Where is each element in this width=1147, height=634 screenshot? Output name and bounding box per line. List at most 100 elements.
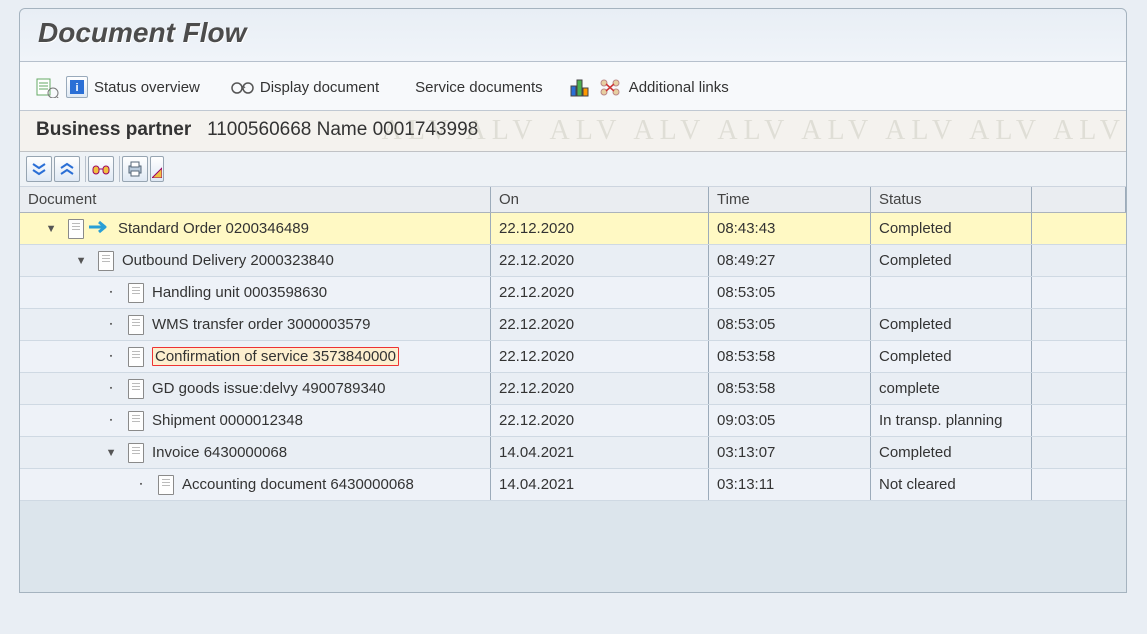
tail-cell [1032,405,1126,436]
doc-label: Confirmation of service 3573840000 [152,347,399,366]
document-icon [128,443,144,463]
tree-toggle[interactable]: ▼ [46,223,56,235]
tree-toggle[interactable]: ▼ [106,447,116,459]
doc-cell: ▼Outbound Delivery 2000323840 [20,245,491,276]
doc-cell: ▪ Confirmation of service 3573840000 [20,341,491,372]
status-cell: In transp. planning [871,405,1032,436]
tree-leaf-marker: ▪ [106,385,116,392]
tree-leaf-marker: ▪ [106,353,116,360]
document-icon [128,379,144,399]
on-cell: 22.12.2020 [491,309,709,340]
time-cell: 09:03:05 [709,405,871,436]
col-header-status[interactable]: Status [871,187,1032,212]
find-button[interactable] [88,156,114,182]
status-overview-icon [36,76,60,98]
time-cell: 08:53:58 [709,341,871,372]
table-row[interactable]: ▪ Accounting document 6430000068 14.04.202… [20,469,1126,501]
doc-cell: ▼ Standard Order 0200346489 [20,213,491,244]
arrow-right-icon [88,220,110,238]
table-row[interactable]: ▪GD goods issue:delvy 490078934022.12.20… [20,373,1126,405]
status-cell: Completed [871,341,1032,372]
time-cell: 08:53:05 [709,277,871,308]
grid-body: ▼Standard Order 020034648922.12.202008:4… [20,213,1126,501]
display-document-button[interactable]: Display document [230,76,379,98]
document-icon [128,347,144,367]
on-cell: 22.12.2020 [491,373,709,404]
document-icon [158,475,174,495]
time-cell: 08:49:27 [709,245,871,276]
col-header-on[interactable]: On [491,187,709,212]
business-partner-label: Business partner [36,119,191,140]
status-cell: Completed [871,245,1032,276]
doc-label: Handling unit 0003598630 [152,284,327,301]
alv-toolbar [20,152,1126,187]
table-row[interactable]: ▪Handling unit 000359863022.12.202008:53… [20,277,1126,309]
page-title: Document Flow [38,17,1108,49]
status-cell: complete [871,373,1032,404]
table-row[interactable]: ▪ WMS transfer order 3000003579 22.12.2020… [20,309,1126,341]
print-button[interactable] [122,156,148,182]
time-cell: 08:43:43 [709,213,871,244]
document-icon [68,219,84,239]
table-row[interactable]: ▼Standard Order 020034648922.12.202008:4… [20,213,1126,245]
service-documents-button[interactable]: Service documents [415,79,543,96]
chevron-up-double-icon [59,162,75,176]
table-row[interactable]: ▪Confirmation of service 357384000022.12… [20,341,1126,373]
document-flow-grid: Document On Time Status ▼ Standard Order … [20,187,1126,592]
on-cell: 22.12.2020 [491,405,709,436]
document-icon [128,283,144,303]
tree-leaf-marker: ▪ [136,481,146,488]
doc-label: Invoice 6430000068 [152,444,287,461]
table-row[interactable]: ▼Outbound Delivery 200032384022.12.20200… [20,245,1126,277]
expand-all-button[interactable] [54,156,80,182]
table-row[interactable]: ▼Invoice 643000006814.04.202103:13:07Com… [20,437,1126,469]
doc-cell: ▼ Invoice 6430000068 [20,437,491,468]
main-toolbar: i Status overview Display document Servi… [20,62,1126,111]
svg-text:i: i [75,82,78,94]
additional-links-button[interactable]: Additional links [597,76,729,98]
more-corner-icon [152,160,162,178]
business-partner-bar: ALV ALV ALV ALV ALV ALV ALV ALV ALV Busi… [20,111,1126,152]
on-cell: 14.04.2021 [491,437,709,468]
col-header-time[interactable]: Time [709,187,871,212]
info-icon: i [66,76,88,98]
doc-label: Shipment 0000012348 [152,412,303,429]
doc-cell: ▪GD goods issue:delvy 4900789340 [20,373,491,404]
links-icon [597,76,623,98]
tree-toggle[interactable]: ▼ [76,255,86,267]
tree-leaf-marker: ▪ [106,321,116,328]
tail-cell [1032,277,1126,308]
on-cell: 14.04.2021 [491,469,709,500]
tail-cell [1032,437,1126,468]
tail-cell [1032,213,1126,244]
col-header-tail [1032,187,1126,212]
toolbar-more-button[interactable] [150,156,164,182]
table-row[interactable]: ▪ Shipment 0000012348 22.12.202009:03:05In… [20,405,1126,437]
status-cell: Not cleared [871,469,1032,500]
app-frame: Document Flow i Status overview Display … [19,8,1127,593]
chart-button[interactable] [569,76,591,98]
tail-cell [1032,469,1126,500]
display-document-label: Display document [260,79,379,96]
doc-cell: ▪ Handling unit 0003598630 [20,277,491,308]
doc-label: Standard Order 0200346489 [118,220,309,237]
document-icon [128,315,144,335]
document-icon [98,251,114,271]
doc-cell: ▪ WMS transfer order 3000003579 [20,309,491,340]
status-overview-label: Status overview [94,79,200,96]
service-documents-label: Service documents [415,79,543,96]
on-cell: 22.12.2020 [491,245,709,276]
tail-cell [1032,341,1126,372]
tree-leaf-marker: ▪ [106,417,116,424]
collapse-all-button[interactable] [26,156,52,182]
tree-leaf-marker: ▪ [106,289,116,296]
doc-label: Accounting document 6430000068 [182,476,414,493]
time-cell: 08:53:05 [709,309,871,340]
col-header-document[interactable]: Document [20,187,491,212]
status-cell: Completed [871,309,1032,340]
binoculars-icon [92,160,110,178]
doc-label: WMS transfer order 3000003579 [152,316,370,333]
time-cell: 03:13:07 [709,437,871,468]
status-overview-button[interactable]: i Status overview [36,76,200,98]
time-cell: 08:53:58 [709,373,871,404]
